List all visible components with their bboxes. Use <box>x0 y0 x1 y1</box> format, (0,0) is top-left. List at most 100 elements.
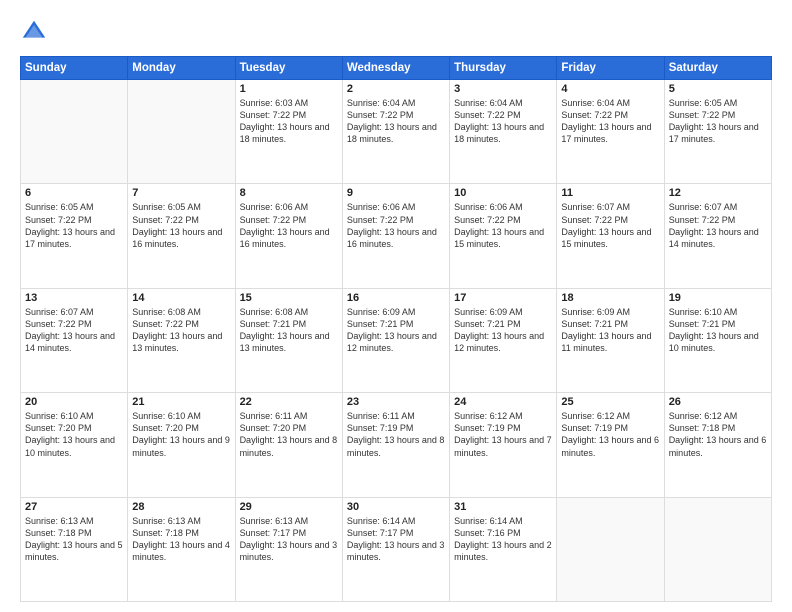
day-number: 30 <box>347 501 445 513</box>
day-number: 11 <box>561 187 659 199</box>
calendar-cell: 5 Sunrise: 6:05 AMSunset: 7:22 PMDaylight… <box>664 80 771 184</box>
cell-text: Sunrise: 6:05 AMSunset: 7:22 PMDaylight:… <box>669 97 767 146</box>
day-number: 8 <box>240 187 338 199</box>
calendar-cell: 18 Sunrise: 6:09 AMSunset: 7:21 PMDayligh… <box>557 288 664 392</box>
calendar-cell: 10 Sunrise: 6:06 AMSunset: 7:22 PMDayligh… <box>450 184 557 288</box>
day-number: 1 <box>240 83 338 95</box>
day-number: 25 <box>561 396 659 408</box>
calendar-week-1: 1 Sunrise: 6:03 AMSunset: 7:22 PMDaylight… <box>21 80 772 184</box>
calendar-cell: 17 Sunrise: 6:09 AMSunset: 7:21 PMDayligh… <box>450 288 557 392</box>
day-number: 10 <box>454 187 552 199</box>
cell-text: Sunrise: 6:14 AMSunset: 7:16 PMDaylight:… <box>454 515 552 564</box>
cell-text: Sunrise: 6:08 AMSunset: 7:22 PMDaylight:… <box>132 306 230 355</box>
day-number: 20 <box>25 396 123 408</box>
logo <box>20 18 52 46</box>
day-number: 18 <box>561 292 659 304</box>
day-number: 28 <box>132 501 230 513</box>
calendar-cell: 28Sunrise: 6:13 AMSunset: 7:18 PMDayligh… <box>128 497 235 601</box>
day-number: 23 <box>347 396 445 408</box>
calendar-cell: 12 Sunrise: 6:07 AMSunset: 7:22 PMDayligh… <box>664 184 771 288</box>
day-number: 27 <box>25 501 123 513</box>
cell-text: Sunrise: 6:10 AMSunset: 7:21 PMDaylight:… <box>669 306 767 355</box>
day-number: 19 <box>669 292 767 304</box>
calendar-cell <box>664 497 771 601</box>
day-number: 7 <box>132 187 230 199</box>
calendar-cell: 2 Sunrise: 6:04 AMSunset: 7:22 PMDaylight… <box>342 80 449 184</box>
cell-text: Sunrise: 6:12 AMSunset: 7:19 PMDaylight:… <box>454 410 552 459</box>
calendar-cell: 8 Sunrise: 6:06 AMSunset: 7:22 PMDaylight… <box>235 184 342 288</box>
cell-text: Sunrise: 6:10 AMSunset: 7:20 PMDaylight:… <box>25 410 123 459</box>
day-number: 15 <box>240 292 338 304</box>
weekday-header-monday: Monday <box>128 57 235 80</box>
calendar-cell: 4 Sunrise: 6:04 AMSunset: 7:22 PMDaylight… <box>557 80 664 184</box>
day-number: 14 <box>132 292 230 304</box>
cell-text: Sunrise: 6:06 AMSunset: 7:22 PMDaylight:… <box>454 201 552 250</box>
weekday-header-row: SundayMondayTuesdayWednesdayThursdayFrid… <box>21 57 772 80</box>
calendar-cell: 7 Sunrise: 6:05 AMSunset: 7:22 PMDaylight… <box>128 184 235 288</box>
page: SundayMondayTuesdayWednesdayThursdayFrid… <box>0 0 792 612</box>
cell-text: Sunrise: 6:09 AMSunset: 7:21 PMDaylight:… <box>347 306 445 355</box>
calendar-cell: 13 Sunrise: 6:07 AMSunset: 7:22 PMDayligh… <box>21 288 128 392</box>
cell-text: Sunrise: 6:13 AMSunset: 7:18 PMDaylight:… <box>25 515 123 564</box>
day-number: 6 <box>25 187 123 199</box>
day-number: 2 <box>347 83 445 95</box>
header <box>20 18 772 46</box>
calendar-cell: 20 Sunrise: 6:10 AMSunset: 7:20 PMDayligh… <box>21 393 128 497</box>
day-number: 16 <box>347 292 445 304</box>
cell-text: Sunrise: 6:14 AMSunset: 7:17 PMDaylight:… <box>347 515 445 564</box>
cell-text: Sunrise: 6:03 AMSunset: 7:22 PMDaylight:… <box>240 97 338 146</box>
weekday-header-friday: Friday <box>557 57 664 80</box>
cell-text: Sunrise: 6:07 AMSunset: 7:22 PMDaylight:… <box>669 201 767 250</box>
cell-text: Sunrise: 6:05 AMSunset: 7:22 PMDaylight:… <box>25 201 123 250</box>
calendar-cell: 27 Sunrise: 6:13 AMSunset: 7:18 PMDayligh… <box>21 497 128 601</box>
day-number: 13 <box>25 292 123 304</box>
calendar-cell: 1 Sunrise: 6:03 AMSunset: 7:22 PMDaylight… <box>235 80 342 184</box>
cell-text: Sunrise: 6:05 AMSunset: 7:22 PMDaylight:… <box>132 201 230 250</box>
cell-text: Sunrise: 6:09 AMSunset: 7:21 PMDaylight:… <box>561 306 659 355</box>
calendar-cell: 14 Sunrise: 6:08 AMSunset: 7:22 PMDayligh… <box>128 288 235 392</box>
day-number: 3 <box>454 83 552 95</box>
calendar-week-2: 6 Sunrise: 6:05 AMSunset: 7:22 PMDaylight… <box>21 184 772 288</box>
day-number: 29 <box>240 501 338 513</box>
calendar-cell: 22 Sunrise: 6:11 AMSunset: 7:20 PMDayligh… <box>235 393 342 497</box>
weekday-header-tuesday: Tuesday <box>235 57 342 80</box>
calendar-cell: 26Sunrise: 6:12 AMSunset: 7:18 PMDayligh… <box>664 393 771 497</box>
logo-icon <box>20 18 48 46</box>
calendar-cell: 9Sunrise: 6:06 AMSunset: 7:22 PMDaylight… <box>342 184 449 288</box>
calendar-cell: 6 Sunrise: 6:05 AMSunset: 7:22 PMDaylight… <box>21 184 128 288</box>
day-number: 22 <box>240 396 338 408</box>
calendar-table: SundayMondayTuesdayWednesdayThursdayFrid… <box>20 56 772 602</box>
cell-text: Sunrise: 6:12 AMSunset: 7:19 PMDaylight:… <box>561 410 659 459</box>
calendar-cell: 3Sunrise: 6:04 AMSunset: 7:22 PMDaylight… <box>450 80 557 184</box>
calendar-cell: 11 Sunrise: 6:07 AMSunset: 7:22 PMDayligh… <box>557 184 664 288</box>
cell-text: Sunrise: 6:09 AMSunset: 7:21 PMDaylight:… <box>454 306 552 355</box>
day-number: 5 <box>669 83 767 95</box>
weekday-header-sunday: Sunday <box>21 57 128 80</box>
cell-text: Sunrise: 6:06 AMSunset: 7:22 PMDaylight:… <box>240 201 338 250</box>
calendar-cell: 19 Sunrise: 6:10 AMSunset: 7:21 PMDayligh… <box>664 288 771 392</box>
calendar-cell: 16 Sunrise: 6:09 AMSunset: 7:21 PMDayligh… <box>342 288 449 392</box>
day-number: 4 <box>561 83 659 95</box>
calendar-week-4: 20 Sunrise: 6:10 AMSunset: 7:20 PMDayligh… <box>21 393 772 497</box>
day-number: 12 <box>669 187 767 199</box>
calendar-cell: 24 Sunrise: 6:12 AMSunset: 7:19 PMDayligh… <box>450 393 557 497</box>
day-number: 9 <box>347 187 445 199</box>
cell-text: Sunrise: 6:11 AMSunset: 7:20 PMDaylight:… <box>240 410 338 459</box>
day-number: 26 <box>669 396 767 408</box>
weekday-header-wednesday: Wednesday <box>342 57 449 80</box>
day-number: 24 <box>454 396 552 408</box>
cell-text: Sunrise: 6:04 AMSunset: 7:22 PMDaylight:… <box>347 97 445 146</box>
calendar-cell: 23Sunrise: 6:11 AMSunset: 7:19 PMDayligh… <box>342 393 449 497</box>
day-number: 21 <box>132 396 230 408</box>
cell-text: Sunrise: 6:04 AMSunset: 7:22 PMDaylight:… <box>561 97 659 146</box>
calendar-cell: 21 Sunrise: 6:10 AMSunset: 7:20 PMDayligh… <box>128 393 235 497</box>
cell-text: Sunrise: 6:10 AMSunset: 7:20 PMDaylight:… <box>132 410 230 459</box>
day-number: 31 <box>454 501 552 513</box>
calendar-cell: 25 Sunrise: 6:12 AMSunset: 7:19 PMDayligh… <box>557 393 664 497</box>
calendar-cell: 30 Sunrise: 6:14 AMSunset: 7:17 PMDayligh… <box>342 497 449 601</box>
cell-text: Sunrise: 6:07 AMSunset: 7:22 PMDaylight:… <box>25 306 123 355</box>
calendar-week-3: 13 Sunrise: 6:07 AMSunset: 7:22 PMDayligh… <box>21 288 772 392</box>
cell-text: Sunrise: 6:07 AMSunset: 7:22 PMDaylight:… <box>561 201 659 250</box>
day-number: 17 <box>454 292 552 304</box>
calendar-cell <box>557 497 664 601</box>
